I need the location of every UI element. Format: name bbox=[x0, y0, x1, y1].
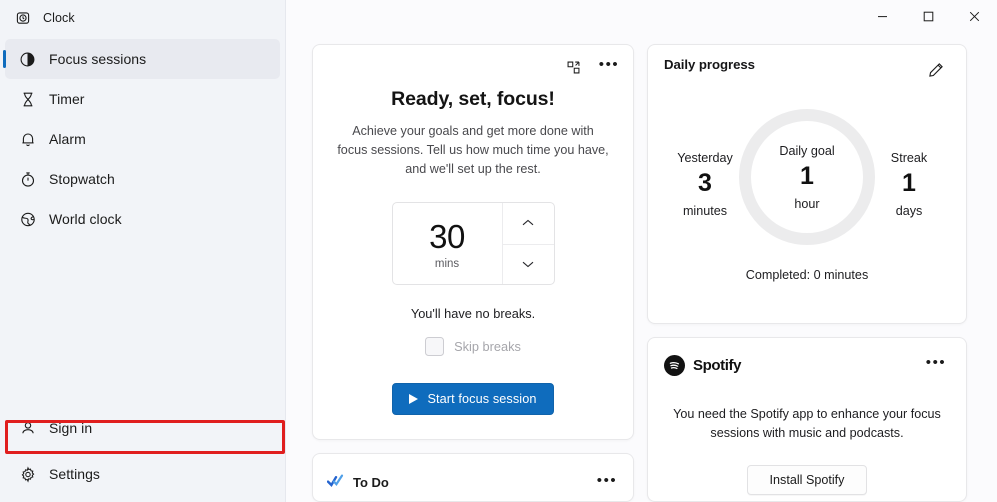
skip-breaks-label: Skip breaks bbox=[454, 339, 521, 354]
maximize-button[interactable] bbox=[905, 0, 951, 32]
alarm-clock-icon bbox=[14, 10, 31, 27]
skip-breaks-checkbox[interactable] bbox=[425, 337, 445, 356]
person-icon bbox=[19, 420, 36, 437]
microsoft-todo-icon bbox=[326, 472, 344, 492]
breaks-status-text: You'll have no breaks. bbox=[410, 306, 536, 321]
sidebar-item-focus-sessions[interactable]: Focus sessions bbox=[3, 39, 280, 79]
clock-app-window: Clock Focus sessions Timer Alarm Stopwat… bbox=[0, 0, 997, 502]
yesterday-label: Yesterday bbox=[677, 151, 733, 165]
more-options-icon[interactable]: ••• bbox=[595, 54, 623, 80]
focus-card-heading: Ready, set, focus! bbox=[391, 88, 555, 110]
duration-spinner[interactable]: 30 mins bbox=[391, 202, 555, 285]
streak-stat: Streak 1 days bbox=[866, 151, 952, 218]
focus-card-actions: ••• bbox=[559, 54, 623, 80]
sidebar-item-sign-in[interactable]: Sign in bbox=[5, 408, 280, 448]
sidebar-item-label: World clock bbox=[49, 211, 122, 227]
sidebar-item-world-clock[interactable]: World clock bbox=[5, 199, 280, 239]
minimize-button[interactable] bbox=[859, 0, 905, 32]
globe-icon bbox=[19, 211, 36, 228]
skip-breaks-row[interactable]: Skip breaks bbox=[425, 337, 521, 356]
streak-unit: days bbox=[895, 204, 923, 218]
dashboard-content: ••• Ready, set, focus! Achieve your goal… bbox=[286, 0, 997, 502]
daily-goal-label: Daily goal bbox=[779, 143, 835, 158]
sidebar-item-timer[interactable]: Timer bbox=[5, 79, 280, 119]
daily-progress-card: Daily progress Yesterday 3 minutes Daily… bbox=[647, 44, 967, 325]
sidebar-item-label: Focus sessions bbox=[49, 51, 147, 67]
app-title-bar: Clock bbox=[0, 0, 285, 36]
sidebar-item-label: Stopwatch bbox=[49, 171, 115, 187]
todo-more-options-icon[interactable]: ••• bbox=[593, 470, 621, 496]
spotify-more-glyph: ••• bbox=[925, 354, 947, 372]
hourglass-icon bbox=[19, 91, 36, 108]
start-focus-session-button[interactable]: Start focus session bbox=[392, 383, 554, 415]
left-column: ••• Ready, set, focus! Achieve your goal… bbox=[312, 44, 634, 502]
spinner-buttons bbox=[501, 203, 554, 285]
progress-card-header: Daily progress bbox=[664, 57, 950, 83]
navigation-sidebar: Clock Focus sessions Timer Alarm Stopwat… bbox=[0, 0, 286, 502]
stopwatch-icon bbox=[19, 171, 36, 188]
start-focus-session-label: Start focus session bbox=[427, 392, 537, 406]
todo-brand: To Do bbox=[326, 464, 389, 492]
spotify-logo-icon bbox=[664, 354, 685, 376]
right-column: Daily progress Yesterday 3 minutes Daily… bbox=[647, 44, 967, 502]
install-spotify-button[interactable]: Install Spotify bbox=[747, 465, 867, 496]
daily-progress-ring-area: Yesterday 3 minutes Daily goal 1 hour St… bbox=[664, 101, 950, 276]
daily-goal-ring: Daily goal 1 hour bbox=[739, 109, 875, 245]
sidebar-nav-list: Focus sessions Timer Alarm Stopwatch Wor… bbox=[0, 39, 285, 408]
spotify-card: Spotify ••• You need the Spotify app to … bbox=[647, 337, 967, 502]
chevron-down-icon[interactable] bbox=[502, 243, 554, 285]
spotify-card-header: Spotify ••• bbox=[664, 352, 950, 378]
main-content-area: ••• Ready, set, focus! Achieve your goal… bbox=[286, 0, 997, 502]
yesterday-stat: Yesterday 3 minutes bbox=[662, 151, 748, 218]
spotify-name: Spotify bbox=[693, 356, 742, 374]
sidebar-item-label: Alarm bbox=[49, 131, 86, 147]
progress-card-title: Daily progress bbox=[664, 57, 755, 72]
yesterday-unit: minutes bbox=[682, 204, 728, 218]
focus-sessions-icon bbox=[19, 51, 36, 68]
duration-unit: mins bbox=[434, 257, 460, 270]
close-button[interactable] bbox=[951, 0, 997, 32]
streak-label: Streak bbox=[890, 151, 928, 165]
streak-value: 1 bbox=[902, 169, 916, 197]
bell-icon bbox=[19, 131, 36, 148]
sidebar-item-label: Timer bbox=[49, 91, 85, 107]
pop-out-icon[interactable] bbox=[559, 54, 587, 80]
todo-card-title: To Do bbox=[353, 474, 389, 490]
spotify-more-options-icon[interactable]: ••• bbox=[922, 352, 950, 378]
spotify-description: You need the Spotify app to enhance your… bbox=[673, 407, 941, 441]
duration-value: 30 bbox=[429, 217, 465, 255]
pencil-edit-icon[interactable] bbox=[922, 57, 950, 83]
sidebar-bottom-group: Sign in Settings bbox=[0, 408, 285, 502]
sidebar-item-label: Settings bbox=[49, 466, 100, 482]
todo-more-glyph: ••• bbox=[596, 472, 618, 490]
gear-icon bbox=[19, 465, 36, 483]
chevron-up-icon[interactable] bbox=[503, 203, 554, 244]
focus-card-description: Achieve your goals and get more done wit… bbox=[337, 124, 609, 176]
daily-goal-value: 1 bbox=[800, 161, 814, 190]
app-title-label: Clock bbox=[43, 11, 75, 25]
more-options-glyph: ••• bbox=[598, 56, 620, 73]
window-title-bar bbox=[286, 0, 997, 36]
install-spotify-label: Install Spotify bbox=[769, 473, 845, 488]
sidebar-item-settings[interactable]: Settings bbox=[5, 454, 280, 494]
sidebar-item-alarm[interactable]: Alarm bbox=[5, 119, 280, 159]
sidebar-item-stopwatch[interactable]: Stopwatch bbox=[5, 159, 280, 199]
sidebar-item-label: Sign in bbox=[49, 420, 93, 436]
duration-value-group: 30 mins bbox=[393, 203, 502, 284]
focus-session-card: ••• Ready, set, focus! Achieve your goal… bbox=[312, 44, 634, 441]
spotify-brand: Spotify bbox=[664, 354, 742, 376]
yesterday-value: 3 bbox=[698, 169, 712, 197]
play-icon bbox=[409, 394, 419, 404]
daily-goal-unit: hour bbox=[794, 196, 820, 211]
todo-card: To Do ••• bbox=[312, 453, 634, 502]
